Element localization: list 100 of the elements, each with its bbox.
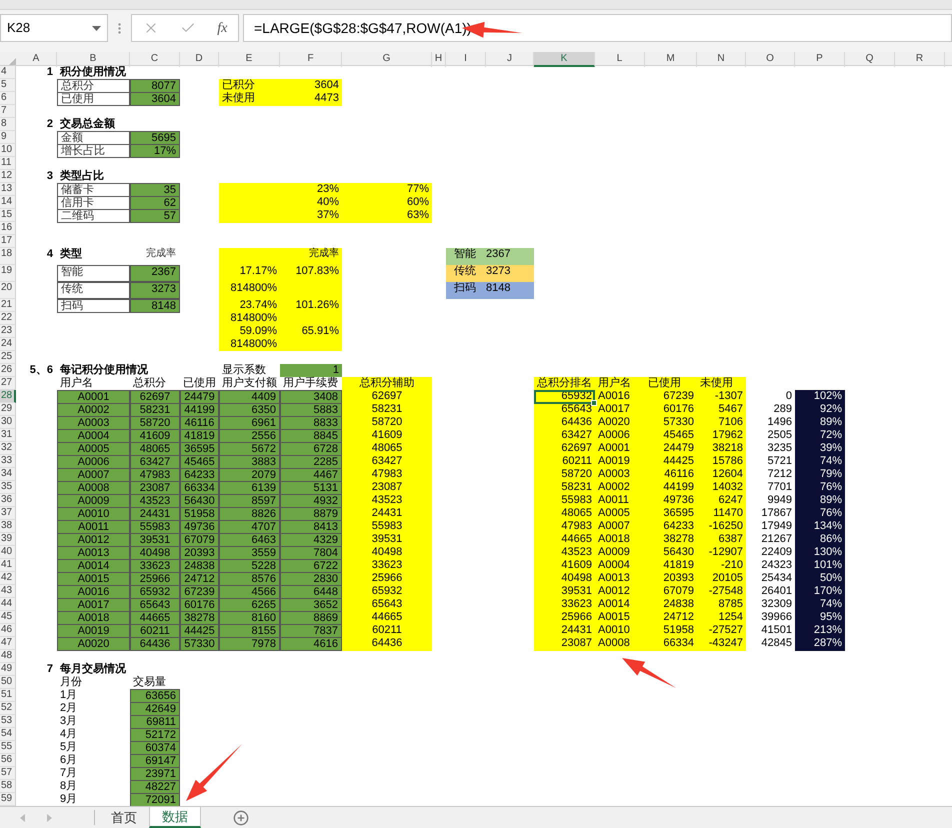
table-cell: 39%: [795, 442, 845, 456]
row-header[interactable]: 28: [0, 390, 16, 403]
table-cell: 814800%: [219, 338, 280, 351]
row-header[interactable]: 33: [0, 455, 16, 468]
row-header[interactable]: 11: [0, 157, 16, 170]
table-cell: 55983: [534, 494, 595, 508]
table-cell: 25966: [534, 611, 595, 625]
row-header[interactable]: 27: [0, 377, 16, 390]
column-header[interactable]: K: [534, 52, 595, 67]
row-header[interactable]: 35: [0, 481, 16, 494]
row-header[interactable]: 21: [0, 299, 16, 312]
row-header[interactable]: 38: [0, 520, 16, 533]
table-cell: 47983: [342, 468, 432, 482]
row-header[interactable]: 41: [0, 559, 16, 572]
row-header[interactable]: 4: [0, 66, 16, 79]
table-cell: 1254: [697, 611, 746, 625]
table-cell: 95%: [795, 611, 845, 625]
formula-input[interactable]: =LARGE($G$28:$G$47,ROW(A1)): [243, 14, 952, 42]
column-header[interactable]: L: [595, 52, 645, 67]
row-header[interactable]: 36: [0, 494, 16, 507]
row-header[interactable]: 23: [0, 325, 16, 338]
column-header[interactable]: R: [895, 52, 945, 67]
row-header[interactable]: 46: [0, 624, 16, 637]
column-header[interactable]: P: [795, 52, 845, 67]
row-header[interactable]: 12: [0, 170, 16, 183]
row-header[interactable]: 26: [0, 364, 16, 377]
column-header[interactable]: O: [746, 52, 795, 67]
row-header[interactable]: 24: [0, 338, 16, 351]
row-header[interactable]: 34: [0, 468, 16, 481]
table-cell: 8869: [280, 611, 342, 625]
row-header[interactable]: 22: [0, 312, 16, 325]
column-header[interactable]: E: [219, 52, 280, 67]
column-header[interactable]: F: [280, 52, 342, 67]
row-header[interactable]: 18: [0, 248, 16, 265]
column-header[interactable]: M: [645, 52, 697, 67]
row-header[interactable]: 45: [0, 611, 16, 624]
column-header[interactable]: H: [432, 52, 446, 67]
row-header[interactable]: 55: [0, 741, 16, 754]
cell-text: 5月: [59, 741, 78, 754]
row-header[interactable]: 15: [0, 209, 16, 222]
column-header[interactable]: C: [130, 52, 180, 67]
row-header[interactable]: 51: [0, 689, 16, 702]
row-header[interactable]: 29: [0, 403, 16, 416]
row-header[interactable]: 49: [0, 663, 16, 676]
row-header[interactable]: 39: [0, 533, 16, 546]
row-header[interactable]: 8: [0, 118, 16, 131]
caret-icon: [92, 26, 101, 30]
table-cell: 3604: [130, 92, 180, 106]
row-header[interactable]: 14: [0, 196, 16, 209]
sheet-tab[interactable]: 数据: [149, 807, 201, 828]
row-header[interactable]: 42: [0, 572, 16, 585]
row-header[interactable]: 50: [0, 676, 16, 689]
name-box[interactable]: K28: [0, 14, 108, 42]
row-header[interactable]: 57: [0, 767, 16, 780]
previous-sheet-icon[interactable]: [20, 814, 25, 822]
column-header[interactable]: Q: [845, 52, 895, 67]
row-header[interactable]: 37: [0, 507, 16, 520]
row-header[interactable]: 40: [0, 546, 16, 559]
row-header[interactable]: 52: [0, 702, 16, 715]
table-cell: 130%: [795, 546, 845, 560]
row-header[interactable]: 17: [0, 235, 16, 248]
row-header[interactable]: 54: [0, 728, 16, 741]
row-header[interactable]: 19: [0, 265, 16, 282]
row-header[interactable]: 6: [0, 92, 16, 105]
column-header[interactable]: B: [57, 52, 130, 67]
row-header[interactable]: 20: [0, 282, 16, 299]
row-header[interactable]: 9: [0, 131, 16, 144]
row-header[interactable]: 13: [0, 183, 16, 196]
row-header[interactable]: 44: [0, 598, 16, 611]
column-header[interactable]: D: [180, 52, 219, 67]
add-sheet-icon[interactable]: [233, 810, 249, 826]
table-cell: 已使用: [645, 377, 697, 390]
row-header[interactable]: 30: [0, 416, 16, 429]
row-header[interactable]: 53: [0, 715, 16, 728]
row-header[interactable]: 16: [0, 222, 16, 235]
row-header[interactable]: 59: [0, 793, 16, 806]
table-cell: A0002: [595, 481, 645, 495]
insert-function-button[interactable]: fx: [217, 18, 228, 38]
more-options-icon[interactable]: [118, 23, 121, 34]
cell-text: 总积分: [132, 377, 167, 390]
column-header[interactable]: N: [697, 52, 746, 67]
next-sheet-icon[interactable]: [47, 814, 52, 822]
row-header[interactable]: 58: [0, 780, 16, 793]
column-header[interactable]: I: [446, 52, 486, 67]
row-header[interactable]: 43: [0, 585, 16, 598]
row-header[interactable]: 5: [0, 79, 16, 92]
table-cell: 35: [130, 183, 180, 197]
sheet-tab[interactable]: 首页: [99, 807, 149, 828]
row-header[interactable]: 32: [0, 442, 16, 455]
row-header[interactable]: 7: [0, 105, 16, 118]
row-header[interactable]: 48: [0, 650, 16, 663]
fill-handle[interactable]: [591, 400, 597, 406]
row-header[interactable]: 56: [0, 754, 16, 767]
row-header[interactable]: 10: [0, 144, 16, 157]
row-header[interactable]: 31: [0, 429, 16, 442]
column-header[interactable]: G: [342, 52, 432, 67]
row-header[interactable]: 25: [0, 351, 16, 364]
table-cell: 扫码: [57, 299, 130, 313]
table-cell: 7106: [697, 416, 746, 430]
row-header[interactable]: 47: [0, 637, 16, 650]
